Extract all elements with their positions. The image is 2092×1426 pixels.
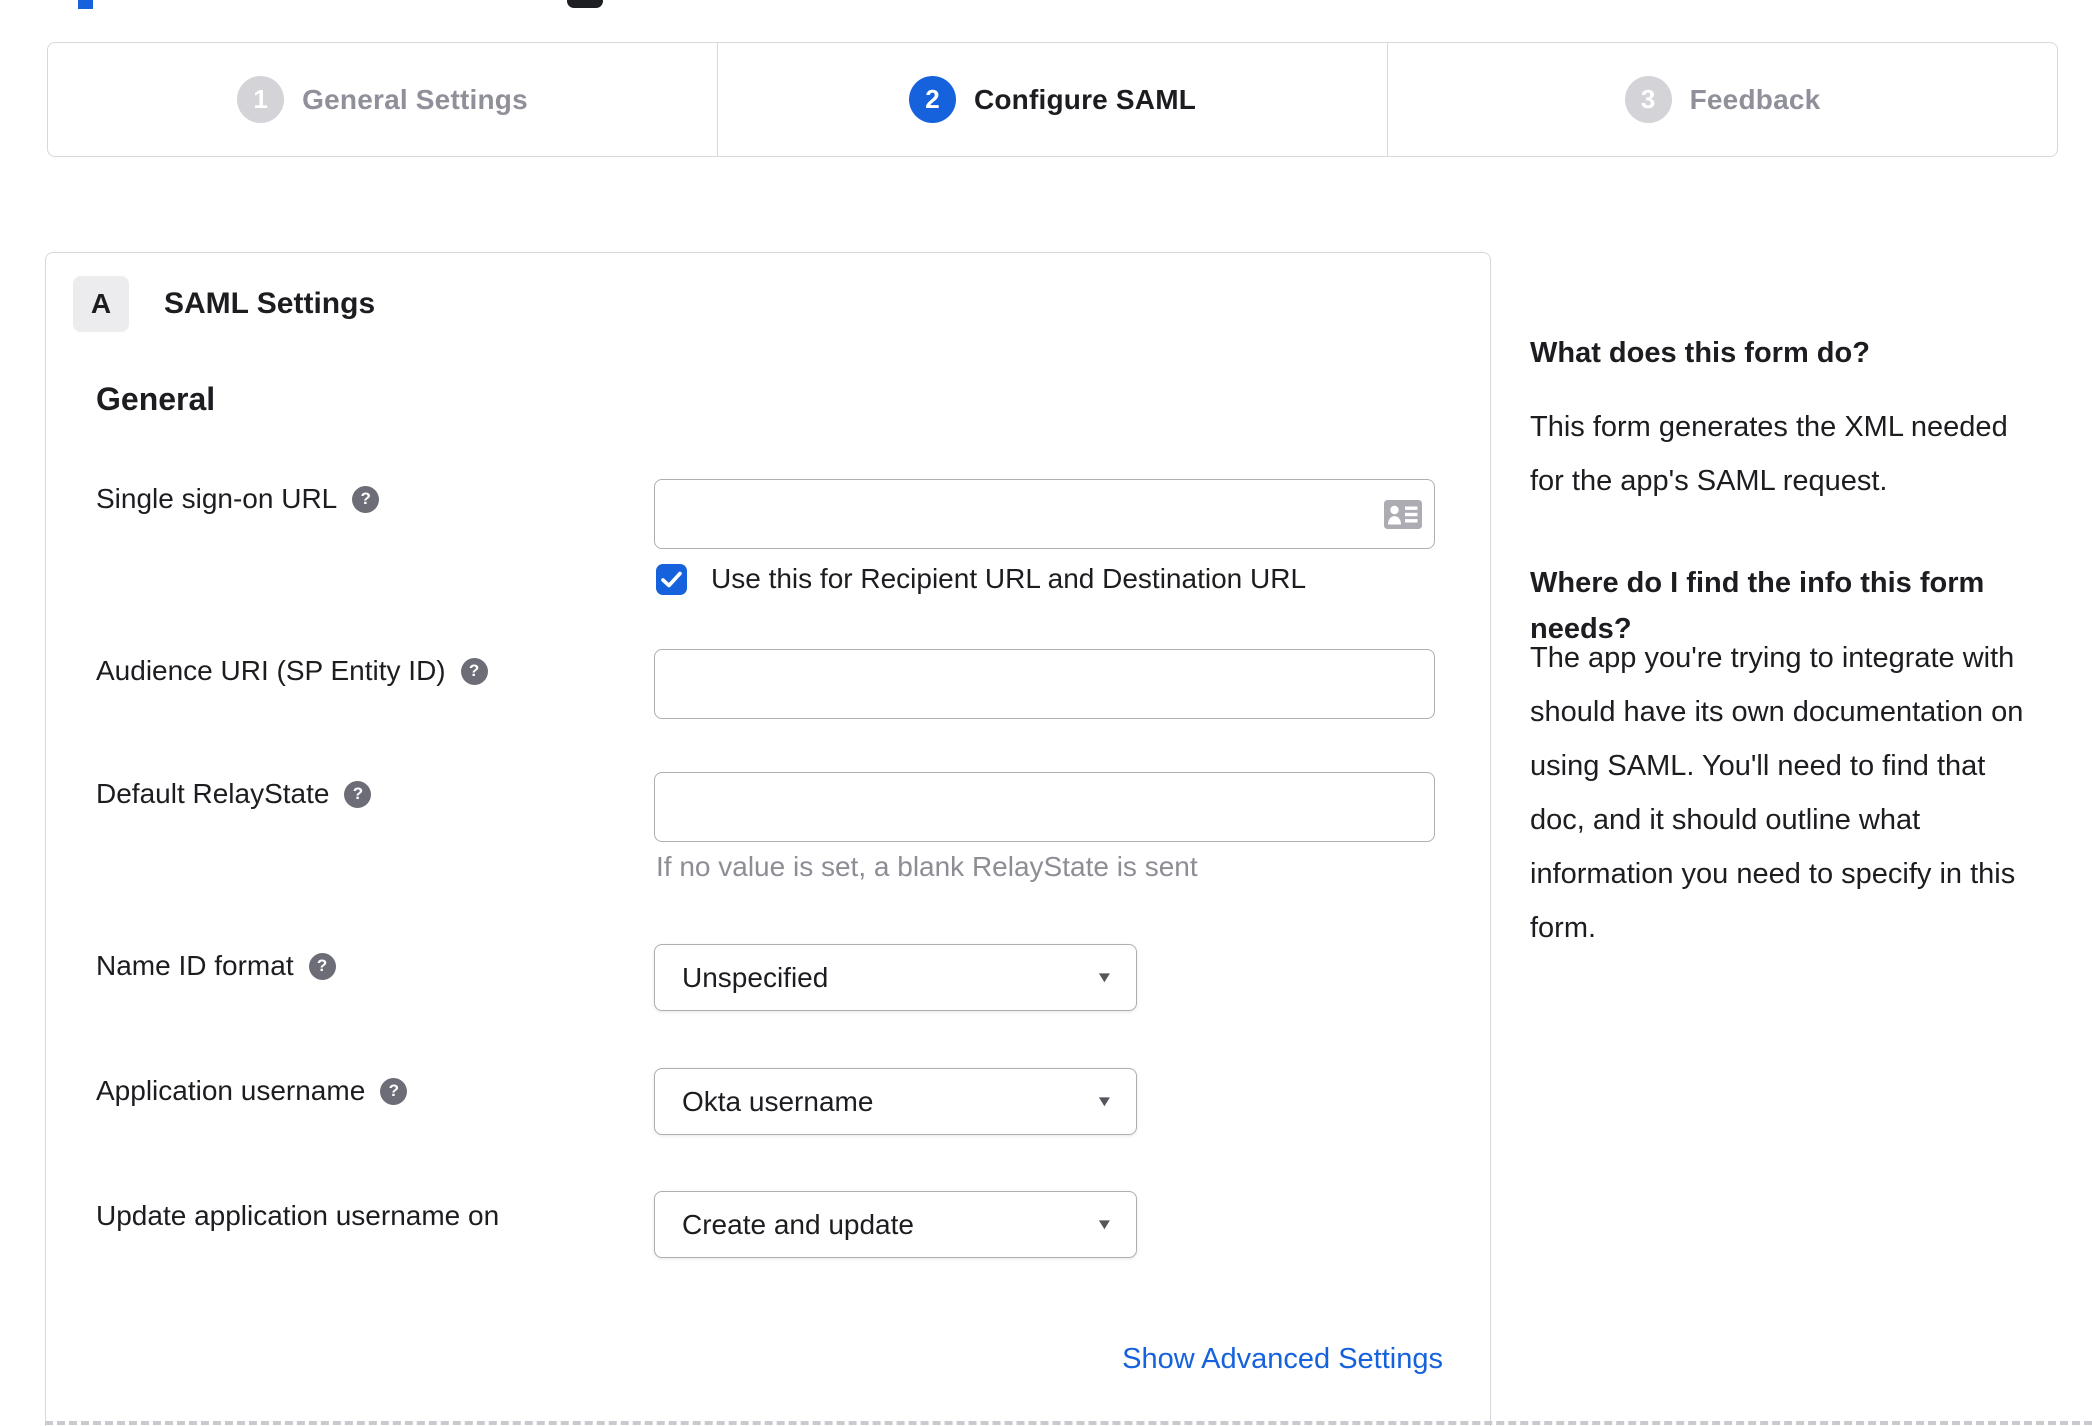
chevron-down-icon: ▼ [1095,1216,1114,1233]
name-id-format-label-row: Name ID format ? [96,950,336,982]
relaystate-input[interactable] [654,772,1435,842]
sidebar-question-1: What does this form do? [1530,337,1870,369]
update-username-label: Update application username on [96,1200,500,1231]
help-icon[interactable]: ? [344,780,372,808]
sso-url-label: Single sign-on URL [96,483,338,514]
recipient-url-checkbox-label: Use this for Recipient URL and Destinati… [711,563,1307,594]
step-label: Configure SAML [973,83,1197,115]
app-username-label: Application username [96,1075,366,1106]
step-general-settings[interactable]: 1 General Settings [48,43,717,156]
app-username-select[interactable]: Okta username ▼ [654,1068,1137,1135]
audience-uri-label: Audience URI (SP Entity ID) [96,655,446,686]
name-id-format-select[interactable]: Unspecified ▼ [654,944,1137,1011]
dashed-section-divider [45,1421,2092,1425]
audience-uri-input[interactable] [654,649,1435,719]
show-advanced-settings-link[interactable]: Show Advanced Settings [1122,1343,1443,1376]
relaystate-label: Default RelayState [96,778,330,809]
sso-url-label-row: Single sign-on URL ? [96,483,380,515]
step-label: Feedback [1689,83,1821,115]
update-username-value: Create and update [682,1208,914,1240]
help-icon[interactable]: ? [460,657,488,685]
chevron-down-icon: ▼ [1095,1093,1114,1110]
step-configure-saml[interactable]: 2 Configure SAML [717,43,1387,156]
name-id-format-value: Unspecified [682,961,829,993]
step-feedback[interactable]: 3 Feedback [1387,43,2057,156]
relaystate-label-row: Default RelayState ? [96,778,372,810]
help-icon[interactable]: ? [308,952,336,980]
general-section-heading: General [96,381,216,417]
sso-url-input[interactable] [654,479,1435,549]
name-id-format-label: Name ID format [96,950,294,981]
help-icon[interactable]: ? [352,485,380,513]
sidebar-answer-2: The app you're trying to integrate with … [1530,642,2024,944]
help-icon[interactable]: ? [380,1077,408,1105]
app-username-value: Okta username [682,1085,874,1117]
cutoff-logo-fragment [567,0,603,8]
step-label: General Settings [302,83,528,115]
wizard-stepper: 1 General Settings 2 Configure SAML 3 Fe… [47,42,2058,157]
section-a-badge: A [73,276,129,332]
sidebar-answer-1: This form generates the XML needed for t… [1530,411,2008,497]
update-username-label-row: Update application username on [96,1200,499,1232]
step-number-badge: 2 [908,76,956,123]
step-number-badge: 1 [237,76,285,123]
relaystate-hint: If no value is set, a blank RelayState i… [656,851,1198,882]
checkmark-icon [661,571,682,588]
saml-settings-panel: A SAML Settings General Single sign-on U… [45,252,1491,1426]
configure-saml-page: 1 General Settings 2 Configure SAML 3 Fe… [0,0,2092,1426]
panel-title: SAML Settings [164,287,376,320]
cutoff-blue-fragment [78,0,93,9]
app-username-label-row: Application username ? [96,1075,408,1107]
chevron-down-icon: ▼ [1095,969,1114,986]
update-username-select[interactable]: Create and update ▼ [654,1191,1137,1258]
audience-uri-label-row: Audience URI (SP Entity ID) ? [96,655,488,687]
step-number-badge: 3 [1624,76,1672,123]
recipient-url-checkbox[interactable] [656,564,687,595]
